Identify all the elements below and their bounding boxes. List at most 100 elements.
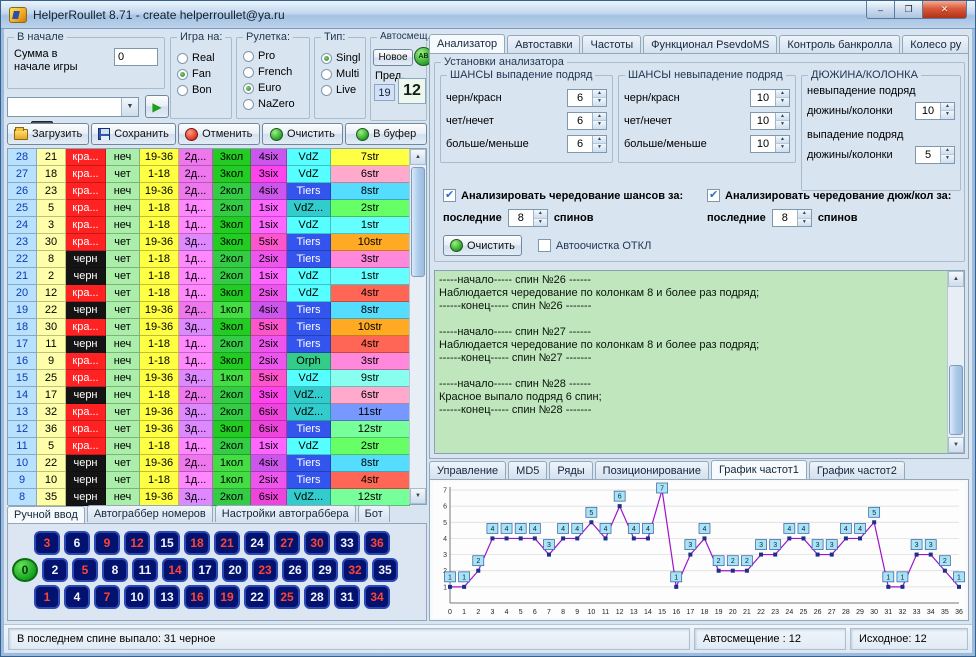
board-number-7[interactable]: 7 bbox=[94, 585, 120, 609]
board-number-31[interactable]: 31 bbox=[334, 585, 360, 609]
spins-row[interactable]: 835черннеч19-363д...2кол6sixVdZ...12str bbox=[8, 489, 410, 506]
spinner-up-icon[interactable]: ▲ bbox=[798, 210, 811, 219]
board-number-13[interactable]: 13 bbox=[154, 585, 180, 609]
scroll-down-icon[interactable]: ▼ bbox=[948, 437, 964, 453]
spinner-down-icon[interactable]: ▼ bbox=[776, 98, 789, 106]
spinner-up-icon[interactable]: ▲ bbox=[776, 113, 789, 122]
copy-buffer-button[interactable]: В буфер bbox=[345, 123, 427, 145]
close-button[interactable]: ✕ bbox=[923, 1, 967, 19]
spinner-down-icon[interactable]: ▼ bbox=[534, 219, 547, 227]
autoclear-checkbox[interactable] bbox=[538, 239, 551, 252]
chevron-down-icon[interactable]: ▼ bbox=[121, 98, 138, 116]
board-number-6[interactable]: 6 bbox=[64, 531, 90, 555]
board-number-32[interactable]: 32 bbox=[342, 558, 368, 582]
board-number-17[interactable]: 17 bbox=[192, 558, 218, 582]
radio-roulette-nazero[interactable]: NaZero bbox=[243, 96, 305, 112]
spins-row[interactable]: 2821кра...неч19-362д...3кол4sixVdZ7str bbox=[8, 149, 410, 166]
spins-scrollbar[interactable]: ▲ ▼ bbox=[409, 149, 426, 504]
spins-row[interactable]: 1922чернчет19-362д...1кол4sixTiers8str bbox=[8, 302, 410, 319]
spinner-down-icon[interactable]: ▼ bbox=[593, 98, 606, 106]
spins-row[interactable]: 1830кра...чет19-363д...3кол5sixTiers10st… bbox=[8, 319, 410, 336]
board-number-34[interactable]: 34 bbox=[364, 585, 390, 609]
spinner-dozen-miss[interactable]: 10 ▲▼ bbox=[915, 102, 955, 120]
spinner-black-red-hit[interactable]: 6 ▲▼ bbox=[567, 89, 607, 107]
spinner-down-icon[interactable]: ▼ bbox=[776, 121, 789, 129]
board-number-2[interactable]: 2 bbox=[42, 558, 68, 582]
analyze-dozen-checkbox[interactable] bbox=[707, 189, 720, 202]
tab-Автограббер номеров[interactable]: Автограббер номеров bbox=[87, 505, 213, 522]
tab-Автоставки[interactable]: Автоставки bbox=[507, 35, 580, 53]
board-number-20[interactable]: 20 bbox=[222, 558, 248, 582]
radio-type-live[interactable]: Live bbox=[321, 82, 361, 98]
start-sum-input[interactable]: 0 bbox=[114, 48, 158, 66]
clear-button[interactable]: Очистить bbox=[262, 123, 344, 145]
tab-Контроль банкролла[interactable]: Контроль банкролла bbox=[779, 35, 900, 53]
tab-Управление[interactable]: Управление bbox=[429, 461, 506, 479]
board-number-9[interactable]: 9 bbox=[94, 531, 120, 555]
scroll-up-icon[interactable]: ▲ bbox=[410, 149, 426, 165]
spinner-up-icon[interactable]: ▲ bbox=[941, 103, 954, 112]
tab-Анализатор[interactable]: Анализатор bbox=[429, 34, 505, 54]
board-number-30[interactable]: 30 bbox=[304, 531, 330, 555]
board-number-21[interactable]: 21 bbox=[214, 531, 240, 555]
scrollbar-thumb[interactable] bbox=[411, 167, 425, 277]
board-number-24[interactable]: 24 bbox=[244, 531, 270, 555]
board-number-16[interactable]: 16 bbox=[184, 585, 210, 609]
board-number-10[interactable]: 10 bbox=[124, 585, 150, 609]
spins-row[interactable]: 169кра...неч1-181д...3кол2sixOrph3str bbox=[8, 353, 410, 370]
board-number-5[interactable]: 5 bbox=[72, 558, 98, 582]
scrollbar-thumb[interactable] bbox=[949, 365, 963, 435]
load-button[interactable]: Загрузить bbox=[7, 123, 89, 145]
radio-game-real[interactable]: Real bbox=[177, 50, 227, 66]
spins-row[interactable]: 2718кра...чет1-182д...3кол3sixVdZ6str bbox=[8, 166, 410, 183]
board-number-36[interactable]: 36 bbox=[364, 531, 390, 555]
spinner-up-icon[interactable]: ▲ bbox=[593, 113, 606, 122]
spins-row[interactable]: 212чернчет1-181д...2кол1sixVdZ1str bbox=[8, 268, 410, 285]
log-scrollbar[interactable]: ▲ ▼ bbox=[947, 271, 964, 453]
spinner-dozen-hit[interactable]: 5 ▲▼ bbox=[915, 146, 955, 164]
new-button[interactable]: Новое bbox=[373, 49, 413, 66]
spinner-up-icon[interactable]: ▲ bbox=[534, 210, 547, 219]
analyzer-clear-button[interactable]: Очистить bbox=[443, 235, 522, 256]
spins-row[interactable]: 228чернчет1-181д...2кол2sixTiers3str bbox=[8, 251, 410, 268]
tab-Позиционирование[interactable]: Позиционирование bbox=[595, 461, 709, 479]
board-number-15[interactable]: 15 bbox=[154, 531, 180, 555]
spinner-even-odd-hit[interactable]: 6 ▲▼ bbox=[567, 112, 607, 130]
board-number-28[interactable]: 28 bbox=[304, 585, 330, 609]
board-number-29[interactable]: 29 bbox=[312, 558, 338, 582]
spinner-up-icon[interactable]: ▲ bbox=[593, 136, 606, 145]
board-number-27[interactable]: 27 bbox=[274, 531, 300, 555]
spins-row[interactable]: 1332кра...чет19-363д...2кол6sixVdZ...11s… bbox=[8, 404, 410, 421]
spins-row[interactable]: 2623кра...неч19-362д...2кол4sixTiers8str bbox=[8, 183, 410, 200]
spinner-black-red-miss[interactable]: 10 ▲▼ bbox=[750, 89, 790, 107]
board-number-35[interactable]: 35 bbox=[372, 558, 398, 582]
tab-Бот[interactable]: Бот bbox=[358, 505, 390, 522]
spins-row[interactable]: 1022чернчет19-362д...1кол4sixTiers8str bbox=[8, 455, 410, 472]
board-number-25[interactable]: 25 bbox=[274, 585, 300, 609]
tab-Ручной ввод[interactable]: Ручной ввод bbox=[7, 506, 85, 523]
spins-row[interactable]: 1525кра...неч19-363д...1кол5sixVdZ9str bbox=[8, 370, 410, 387]
spinner-down-icon[interactable]: ▼ bbox=[798, 219, 811, 227]
spinner-high-low-miss[interactable]: 10 ▲▼ bbox=[750, 135, 790, 153]
board-number-33[interactable]: 33 bbox=[334, 531, 360, 555]
tab-Настройки автограббера[interactable]: Настройки автограббера bbox=[215, 505, 356, 522]
board-number-0[interactable]: 0 bbox=[12, 558, 38, 582]
tab-График частот1[interactable]: График частот1 bbox=[711, 460, 807, 480]
spins-row[interactable]: 1417черннеч1-182д...2кол3sixVdZ...6str bbox=[8, 387, 410, 404]
undo-button[interactable]: Отменить bbox=[178, 123, 260, 145]
spinner-up-icon[interactable]: ▲ bbox=[593, 90, 606, 99]
board-number-12[interactable]: 12 bbox=[124, 531, 150, 555]
spinner-down-icon[interactable]: ▼ bbox=[941, 111, 954, 119]
radio-type-singl[interactable]: Singl bbox=[321, 50, 361, 66]
spinner-high-low-hit[interactable]: 6 ▲▼ bbox=[567, 135, 607, 153]
spinner-down-icon[interactable]: ▼ bbox=[776, 144, 789, 152]
spins-row[interactable]: 255кра...неч1-181д...2кол1sixVdZ...2str bbox=[8, 200, 410, 217]
board-number-8[interactable]: 8 bbox=[102, 558, 128, 582]
analyze-chances-checkbox[interactable] bbox=[443, 189, 456, 202]
spinner-up-icon[interactable]: ▲ bbox=[776, 136, 789, 145]
board-number-14[interactable]: 14 bbox=[162, 558, 188, 582]
board-number-4[interactable]: 4 bbox=[64, 585, 90, 609]
board-number-1[interactable]: 1 bbox=[34, 585, 60, 609]
spinner-last-spins-dozen[interactable]: 8 ▲▼ bbox=[772, 209, 812, 227]
board-number-23[interactable]: 23 bbox=[252, 558, 278, 582]
